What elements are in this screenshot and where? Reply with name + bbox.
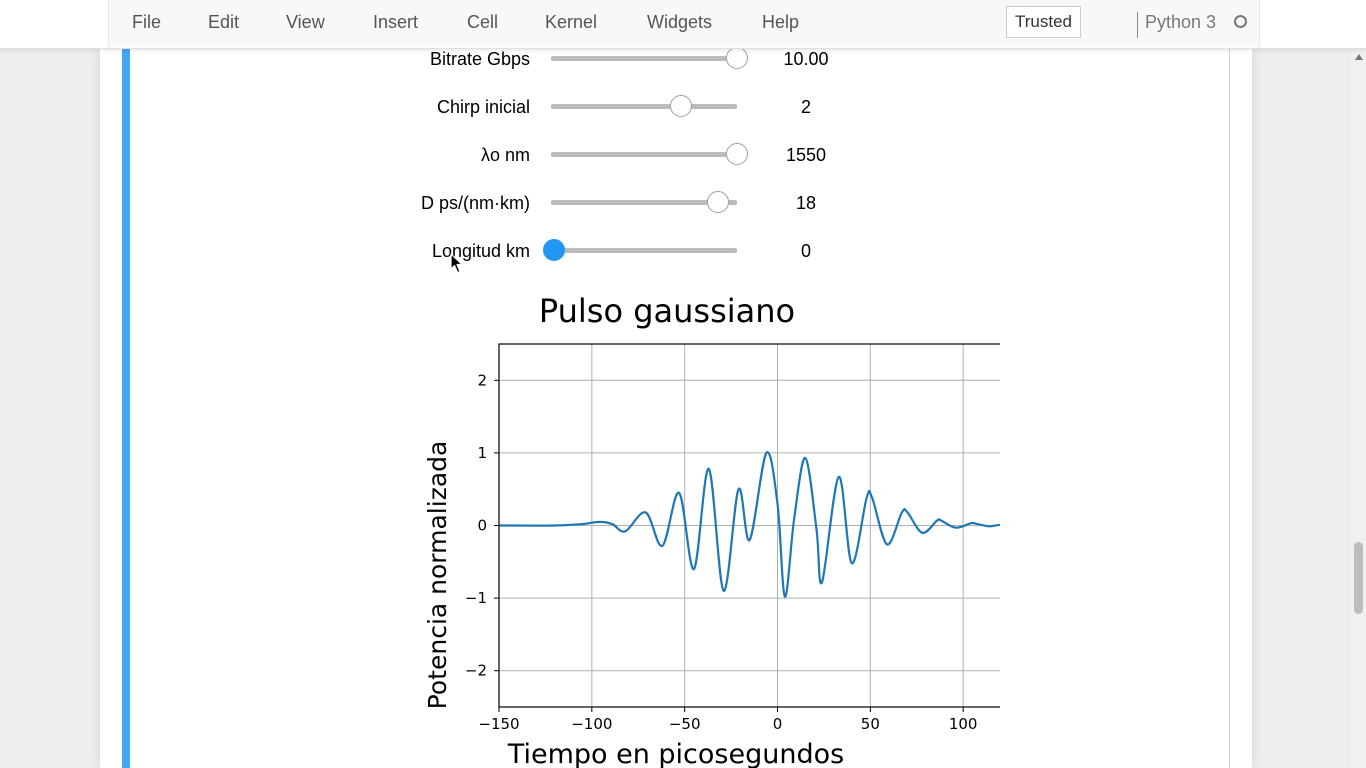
slider-track[interactable] (551, 95, 737, 117)
slider-handle[interactable] (726, 47, 748, 69)
slider-label: λo nm (480, 145, 530, 165)
menu-insert[interactable]: Insert (373, 12, 418, 33)
slider-track[interactable] (551, 143, 748, 165)
slider-value[interactable]: 10.00 (760, 49, 852, 70)
slider-handle[interactable] (670, 95, 693, 117)
x-tick-label: 50 (861, 715, 880, 733)
kernel-separator (1137, 12, 1138, 38)
y-tick-label: −1 (465, 589, 487, 607)
widget-chirp: Chirp inicial 2 (100, 89, 900, 125)
menu-file[interactable]: File (132, 12, 161, 33)
x-tick-label: −50 (669, 715, 701, 733)
chart-xlabel: Tiempo en picosegundos (507, 739, 844, 768)
menubar-container: File Edit View Insert Cell Kernel Widget… (0, 0, 1366, 49)
slider-handle[interactable] (707, 191, 730, 213)
y-tick-label: 0 (477, 517, 487, 535)
menu-edit[interactable]: Edit (208, 12, 239, 33)
page-scrollbar[interactable] (1351, 48, 1366, 768)
kernel-name: Python 3 (1145, 12, 1217, 32)
scrollbar-thumb[interactable] (1354, 542, 1363, 614)
y-tick-label: 1 (477, 444, 487, 462)
slider-track[interactable] (551, 47, 748, 69)
slider-track[interactable] (543, 239, 737, 261)
slider-handle[interactable] (726, 143, 748, 165)
slider-handle[interactable] (543, 239, 565, 261)
y-tick-label: 2 (477, 371, 487, 389)
menu-kernel[interactable]: Kernel (545, 12, 597, 33)
widget-length: Longitud km 0 (100, 233, 900, 269)
mouse-cursor-icon (450, 253, 463, 274)
menu-view[interactable]: View (286, 12, 325, 33)
tick-layer: −150−100−50050100150−2−1012 (465, 371, 978, 733)
widget-dispersion: D ps/(nm·km) 18 (100, 185, 900, 221)
scroll-up-arrow-icon[interactable] (1355, 54, 1363, 60)
slider-value[interactable]: 18 (760, 193, 852, 214)
slider-track[interactable] (551, 191, 737, 213)
x-tick-label: 0 (773, 715, 783, 733)
menubar: File Edit View Insert Cell Kernel Widget… (108, 0, 1260, 47)
slider-label: Bitrate Gbps (429, 49, 530, 69)
widget-wavelength: λo nm 1550 (100, 137, 900, 173)
chart-title: Pulso gaussiano (539, 292, 795, 330)
notebook-container: Bitrate Gbps 10.00 Chirp inicial 2 λo nm… (100, 47, 1252, 768)
line-layer (498, 451, 1000, 598)
pulse-chart: −150−100−50050100150−2−1012 Pulso gaussi… (423, 292, 1000, 768)
slider-value[interactable]: 0 (760, 241, 852, 262)
slider-value[interactable]: 2 (760, 97, 852, 118)
y-tick-label: −2 (465, 662, 487, 680)
slider-label: D ps/(nm·km) (421, 193, 530, 213)
chart-ylabel: Potencia normalizada (423, 441, 452, 710)
pulse-series-line (498, 451, 1000, 598)
slider-label: Chirp inicial (436, 97, 530, 117)
menu-help[interactable]: Help (762, 12, 799, 33)
kernel-status-icon (1234, 15, 1247, 28)
menu-cell[interactable]: Cell (467, 12, 498, 33)
slider-value[interactable]: 1550 (760, 145, 852, 166)
slider-label: Longitud km (431, 241, 530, 261)
x-tick-label: 100 (949, 715, 978, 733)
menu-widgets[interactable]: Widgets (647, 12, 712, 33)
x-tick-label: −150 (478, 715, 519, 733)
trusted-indicator[interactable]: Trusted (1006, 6, 1081, 38)
x-tick-label: −100 (571, 715, 612, 733)
